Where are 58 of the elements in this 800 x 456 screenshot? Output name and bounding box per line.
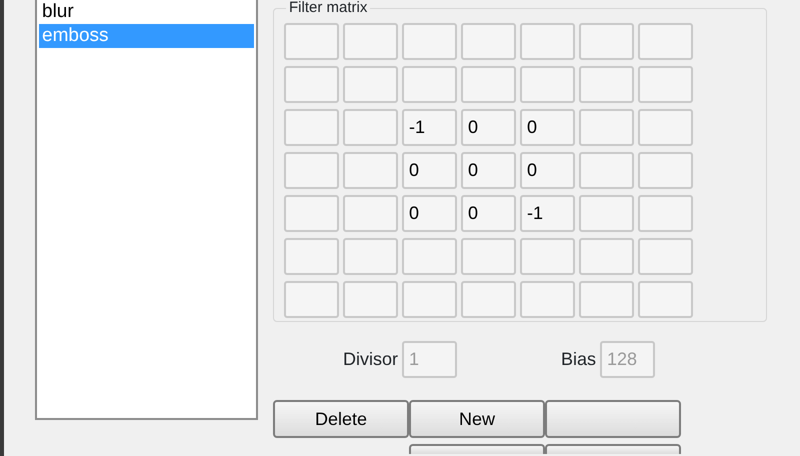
matrix-field[interactable]	[579, 152, 634, 189]
matrix-field[interactable]	[461, 281, 516, 318]
new-button[interactable]: New	[409, 400, 545, 438]
matrix-field[interactable]	[343, 238, 398, 275]
matrix-field[interactable]: 0	[461, 195, 516, 232]
matrix-field[interactable]	[520, 66, 575, 103]
apply-button[interactable]	[545, 444, 681, 454]
matrix-field[interactable]	[284, 238, 339, 275]
matrix-field[interactable]	[520, 281, 575, 318]
delete-button[interactable]: Delete	[273, 400, 409, 438]
matrix-field[interactable]	[284, 152, 339, 189]
matrix-field[interactable]: -1	[402, 109, 457, 146]
matrix-field[interactable]	[343, 195, 398, 232]
matrix-field[interactable]	[343, 152, 398, 189]
bias-label: Bias	[561, 348, 596, 371]
matrix-field[interactable]	[579, 23, 634, 60]
matrix-field[interactable]	[579, 195, 634, 232]
matrix-field[interactable]	[638, 23, 693, 60]
matrix-field[interactable]	[461, 23, 516, 60]
matrix-field[interactable]	[284, 109, 339, 146]
matrix-field[interactable]	[402, 23, 457, 60]
group-title: Filter matrix	[286, 1, 370, 15]
save-button[interactable]	[545, 400, 681, 438]
matrix-field[interactable]	[520, 23, 575, 60]
matrix-field[interactable]: -1	[520, 195, 575, 232]
matrix-field[interactable]	[343, 66, 398, 103]
matrix-field[interactable]	[638, 195, 693, 232]
matrix-field[interactable]	[343, 23, 398, 60]
matrix-field[interactable]	[461, 66, 516, 103]
matrix-field[interactable]: 0	[461, 152, 516, 189]
divisor-label: Divisor	[343, 348, 398, 371]
matrix-field[interactable]	[284, 66, 339, 103]
matrix-field[interactable]: 0	[402, 152, 457, 189]
edit-button[interactable]	[409, 444, 545, 454]
matrix-field[interactable]: 0	[520, 109, 575, 146]
matrix-field[interactable]: 0	[461, 109, 516, 146]
matrix-field[interactable]	[402, 238, 457, 275]
matrix-field[interactable]: 0	[402, 195, 457, 232]
matrix-field[interactable]	[579, 109, 634, 146]
matrix-field[interactable]	[343, 109, 398, 146]
matrix-field[interactable]	[284, 23, 339, 60]
matrix-field[interactable]	[343, 281, 398, 318]
matrix-field[interactable]	[461, 238, 516, 275]
matrix-field[interactable]	[579, 66, 634, 103]
matrix-field[interactable]	[520, 238, 575, 275]
matrix-field[interactable]	[402, 66, 457, 103]
matrix-field[interactable]	[638, 238, 693, 275]
matrix-field[interactable]	[579, 238, 634, 275]
matrix-field[interactable]	[638, 66, 693, 103]
matrix-field[interactable]: 0	[520, 152, 575, 189]
matrix-field[interactable]	[284, 281, 339, 318]
list-item[interactable]: blur	[39, 0, 254, 24]
matrix-field[interactable]	[638, 109, 693, 146]
matrix-field[interactable]	[638, 281, 693, 318]
matrix-field[interactable]	[284, 195, 339, 232]
matrix-field[interactable]	[579, 281, 634, 318]
matrix-field[interactable]	[402, 281, 457, 318]
matrix-field[interactable]	[638, 152, 693, 189]
